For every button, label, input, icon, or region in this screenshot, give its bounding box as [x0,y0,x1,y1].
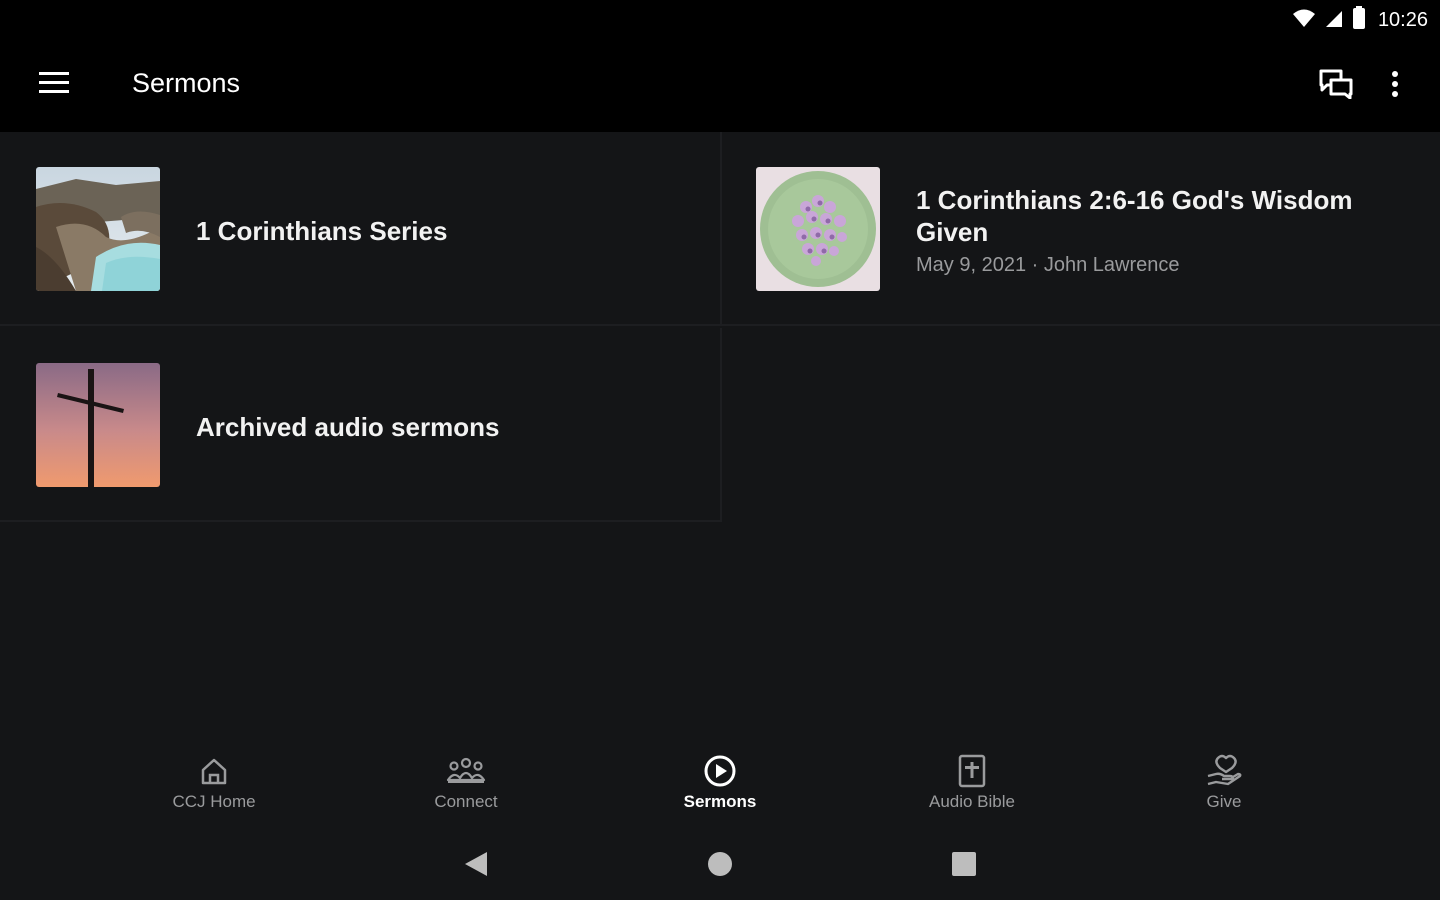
more-vert-icon [1391,70,1399,103]
series-thumbnail [36,167,160,291]
bible-icon [958,752,986,790]
item-title-line: 1 Corinthians 2:6-16 God's Wisdom [916,185,1353,215]
bottom-navigation: CCJ Home Connect Sermons Audio Bible Giv… [0,740,1440,830]
hamburger-menu-icon [39,71,69,99]
sermon-thumbnail [756,167,880,291]
item-title: Archived audio sermons [196,412,500,442]
system-navigation [0,830,1440,900]
item-title: 1 Corinthians Series [196,216,448,246]
nav-label: Sermons [683,792,757,811]
chat-icon [1319,69,1353,104]
menu-button[interactable] [26,60,82,110]
nav-item-audio-bible[interactable]: Audio Bible [872,752,1072,822]
list-item[interactable]: 1 Corinthians Series [0,132,722,326]
more-options-button[interactable] [1370,62,1420,110]
item-title: 1 Corinthians 2:6-16 God's Wisdom Given [916,184,1352,248]
home-circle-icon [707,851,733,882]
system-recents-button[interactable] [944,846,984,886]
give-hand-icon [1206,752,1242,790]
app-bar: Sermons [0,40,1440,132]
nav-item-connect[interactable]: Connect [366,752,566,822]
home-icon [199,752,229,790]
status-bar: 10:26 [0,0,1440,40]
nav-label: CCJ Home [172,792,256,811]
status-icons: 10:26 [1292,5,1428,35]
app-screen: 10:26 Sermons 1 Corinthians Series 1 Cor… [0,0,1440,900]
nav-label: Give [1206,792,1242,811]
nav-item-give[interactable]: Give [1124,752,1324,822]
archive-thumbnail [36,363,160,487]
list-item[interactable]: Archived audio sermons [0,328,722,522]
wifi-icon [1292,8,1316,33]
nav-label: Connect [434,792,498,811]
nav-label: Audio Bible [928,792,1015,811]
chat-button[interactable] [1308,62,1364,110]
nav-item-ccj-home[interactable]: CCJ Home [114,752,314,822]
item-subtitle: May 9, 2021 · John Lawrence [916,254,1180,276]
status-time: 10:26 [1377,8,1428,31]
system-back-button[interactable] [456,846,496,886]
system-home-button[interactable] [700,846,740,886]
item-title-line: Given [916,217,989,247]
list-item[interactable]: 1 Corinthians 2:6-16 God's Wisdom Given … [722,132,1440,326]
signal-icon [1324,8,1344,33]
page-title: Sermons [132,68,241,98]
recents-icon [951,851,977,882]
nav-item-sermons[interactable]: Sermons [620,752,820,822]
group-icon [446,752,486,790]
back-icon [463,850,489,883]
play-circle-icon [703,752,737,790]
battery-icon [1352,5,1366,35]
